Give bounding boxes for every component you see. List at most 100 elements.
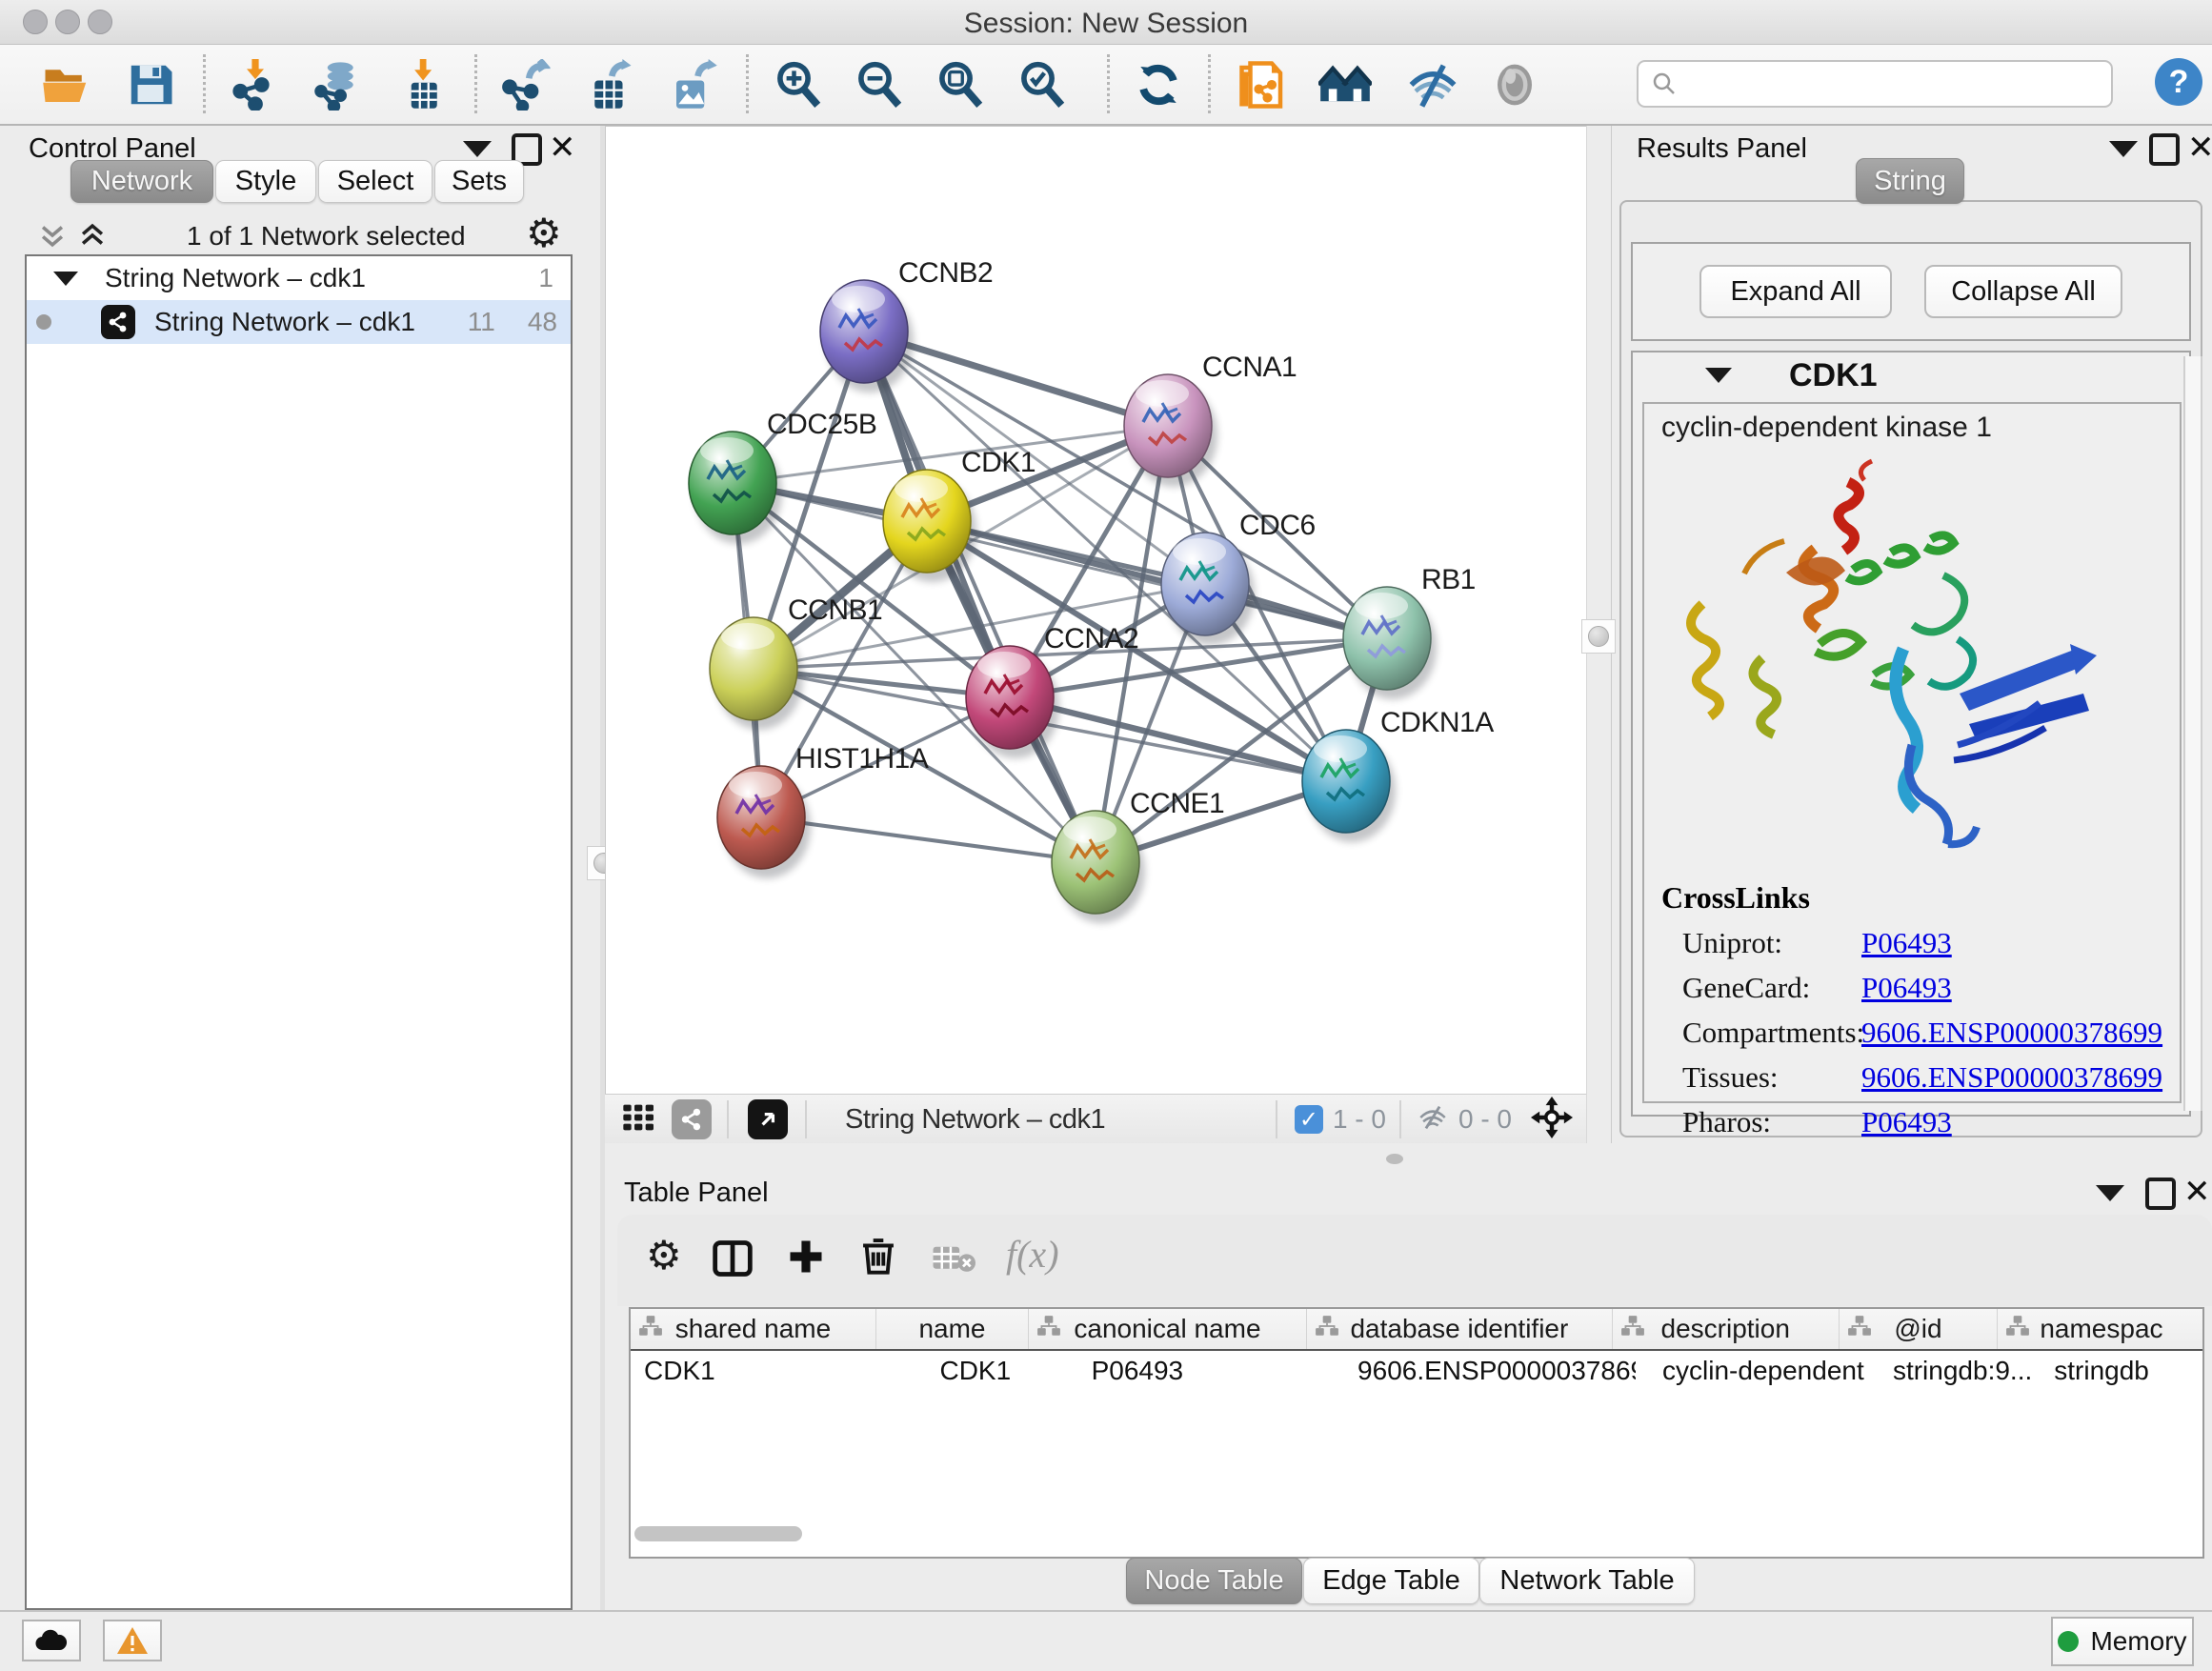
- search-input[interactable]: [1637, 60, 2113, 108]
- network-current-dot-icon: [36, 314, 51, 330]
- gene-collapse-icon[interactable]: [1705, 368, 1732, 383]
- results-panel-close-icon[interactable]: ✕: [2187, 133, 2212, 162]
- cell-namespace[interactable]: stringdb: [2037, 1351, 2202, 1391]
- results-panel: Results Panel ✕ String Expand All Collap…: [1610, 126, 2212, 1143]
- column-header-shared-name[interactable]: shared name: [631, 1309, 876, 1349]
- home-icon[interactable]: [1318, 56, 1372, 113]
- tab-node-table[interactable]: Node Table: [1126, 1558, 1302, 1604]
- export-image-icon[interactable]: [667, 56, 720, 113]
- table-horizontal-scrollbar[interactable]: [634, 1526, 802, 1541]
- bottom-splitter[interactable]: [605, 1143, 2212, 1174]
- network-canvas[interactable]: CCNB2CCNA1CDC25BCDK1CDC6RB1CCNB1CCNA2CDK…: [605, 126, 1588, 1096]
- table-options-gear-icon[interactable]: ⚙: [646, 1236, 682, 1276]
- results-scrollbar[interactable]: [2183, 356, 2202, 1111]
- import-database-icon[interactable]: [312, 56, 365, 113]
- cloud-icon: [35, 1629, 68, 1652]
- hidden-eye-icon: [1415, 1101, 1451, 1138]
- zoom-fit-icon[interactable]: [934, 56, 987, 113]
- search-text-field[interactable]: [1688, 69, 2111, 100]
- export-table-icon[interactable]: [583, 56, 636, 113]
- column-header-database-identifier[interactable]: database identifier: [1307, 1309, 1613, 1349]
- column-type-icon: [1036, 1314, 1061, 1344]
- zoom-out-icon[interactable]: [853, 56, 906, 113]
- table-panel-close-icon[interactable]: ✕: [2183, 1178, 2211, 1206]
- tab-sets[interactable]: Sets: [434, 160, 524, 203]
- tab-network[interactable]: Network: [70, 160, 213, 203]
- cell-description[interactable]: cyclin-dependent ...: [1636, 1351, 1868, 1391]
- help-icon[interactable]: ?: [2155, 58, 2202, 106]
- tab-edge-table[interactable]: Edge Table: [1303, 1558, 1479, 1604]
- zoom-selected-icon[interactable]: [1016, 56, 1069, 113]
- network-graph[interactable]: CCNB2CCNA1CDC25BCDK1CDC6RB1CCNB1CCNA2CDK…: [606, 127, 1587, 1095]
- cell-database-identifier[interactable]: 9606.ENSP00000378699: [1344, 1351, 1636, 1391]
- delete-table-icon[interactable]: [932, 1243, 975, 1278]
- hide-selection-icon[interactable]: [1406, 56, 1459, 113]
- create-column-icon[interactable]: [785, 1236, 827, 1282]
- birds-eye-view-icon[interactable]: [1531, 1097, 1573, 1143]
- open-folder-icon[interactable]: [40, 56, 93, 113]
- expand-all-button[interactable]: Expand All: [1699, 265, 1892, 318]
- import-network-icon[interactable]: [229, 56, 282, 113]
- column-header-name[interactable]: name: [876, 1309, 1029, 1349]
- export-network-icon[interactable]: [500, 56, 553, 113]
- table-panel-float-icon[interactable]: [2096, 1185, 2124, 1201]
- results-panel-float-icon[interactable]: [2109, 141, 2138, 157]
- table-panel: Table Panel ✕ ⚙ f(x) shared: [610, 1174, 2212, 1610]
- column-label: namespac: [2040, 1314, 2162, 1344]
- network-edge[interactable]: [927, 521, 1387, 638]
- selected-node-edge-count: 1 - 0: [1333, 1104, 1386, 1135]
- table-panel-maximize-icon[interactable]: [2145, 1178, 2176, 1210]
- cell-id[interactable]: stringdb:9...: [1868, 1351, 2037, 1391]
- import-table-icon[interactable]: [395, 56, 449, 113]
- network-selection-status: 1 of 1 Network selected: [187, 221, 466, 252]
- tab-style[interactable]: Style: [215, 160, 316, 203]
- column-header-namespace[interactable]: namespac: [1998, 1309, 2202, 1349]
- column-header-id[interactable]: @id: [1840, 1309, 1999, 1349]
- column-header-description[interactable]: description: [1613, 1309, 1840, 1349]
- collection-expand-icon[interactable]: [53, 272, 78, 286]
- tab-select[interactable]: Select: [318, 160, 432, 203]
- selected-checkbox-icon[interactable]: ✓: [1295, 1105, 1323, 1134]
- network-view-mode-icon[interactable]: [672, 1099, 712, 1139]
- network-collection-row[interactable]: String Network – cdk1 1: [27, 256, 571, 300]
- network-edge[interactable]: [761, 817, 1096, 862]
- tab-network-table[interactable]: Network Table: [1479, 1558, 1695, 1604]
- expand-all-networks-icon[interactable]: [76, 219, 109, 256]
- network-row[interactable]: String Network – cdk1 11 48: [27, 300, 571, 344]
- cell-canonical-name[interactable]: P06493: [1078, 1351, 1344, 1391]
- network-options-gear-icon[interactable]: ⚙: [526, 213, 562, 253]
- crosslink-pharos-link[interactable]: P06493: [1861, 1105, 1952, 1139]
- collapse-all-button[interactable]: Collapse All: [1924, 265, 2122, 318]
- show-columns-icon[interactable]: [711, 1238, 754, 1284]
- show-all-icon[interactable]: [1488, 56, 1541, 113]
- delete-column-icon[interactable]: [857, 1234, 899, 1282]
- cell-shared-name[interactable]: CDK1: [631, 1351, 867, 1391]
- network-edge[interactable]: [864, 332, 1096, 862]
- refresh-icon[interactable]: [1132, 56, 1185, 113]
- tab-network-table-label: Network Table: [1499, 1565, 1674, 1597]
- function-builder-icon[interactable]: f(x): [1006, 1232, 1059, 1277]
- collapse-all-networks-icon[interactable]: [36, 219, 69, 256]
- crosslink-genecard-link[interactable]: P06493: [1861, 971, 1952, 1005]
- results-panel-maximize-icon[interactable]: [2149, 133, 2180, 166]
- gene-section-header[interactable]: CDK1: [1633, 352, 2189, 398]
- column-header-canonical-name[interactable]: canonical name: [1029, 1309, 1307, 1349]
- tab-string[interactable]: String: [1856, 158, 1964, 204]
- cloud-status-button[interactable]: [22, 1620, 81, 1661]
- bottom-splitter-handle[interactable]: [1386, 1154, 1403, 1164]
- crosslink-tissues-link[interactable]: 9606.ENSP00000378699: [1861, 1060, 2162, 1095]
- crosslink-uniprot-link[interactable]: P06493: [1861, 926, 1952, 960]
- grid-view-icon[interactable]: [620, 1098, 658, 1141]
- warning-status-button[interactable]: [103, 1620, 162, 1661]
- control-panel-close-icon[interactable]: ✕: [549, 133, 576, 162]
- node-label-HIST1H1A: HIST1H1A: [795, 743, 929, 775]
- open-session-icon[interactable]: [1237, 56, 1290, 113]
- memory-status-button[interactable]: Memory: [2051, 1617, 2194, 1666]
- zoom-in-icon[interactable]: [772, 56, 825, 113]
- detach-view-icon[interactable]: [748, 1099, 788, 1139]
- cell-name[interactable]: CDK1: [867, 1351, 1077, 1391]
- crosslink-compartments-link[interactable]: 9606.ENSP00000378699: [1861, 1016, 2162, 1050]
- save-icon[interactable]: [124, 56, 177, 113]
- control-panel-float-icon[interactable]: [463, 141, 492, 157]
- table-row[interactable]: CDK1 CDK1 P06493 9606.ENSP00000378699 cy…: [631, 1351, 2202, 1391]
